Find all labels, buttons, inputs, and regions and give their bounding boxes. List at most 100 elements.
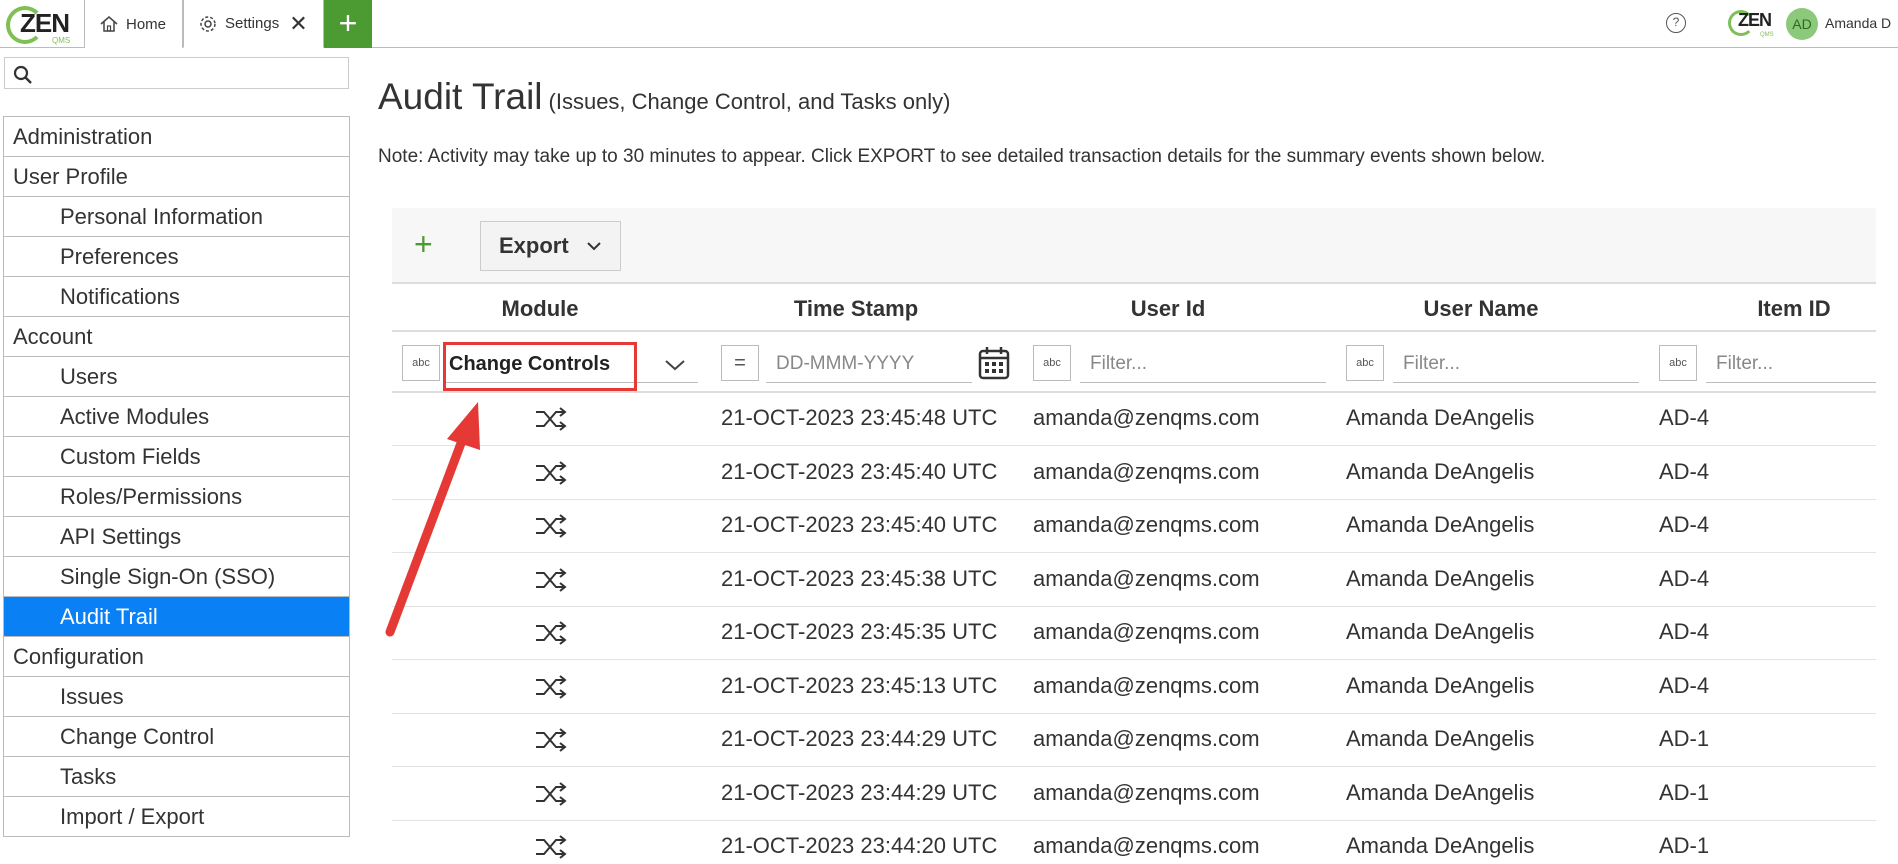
sidebar-item-import-export[interactable]: Import / Export <box>4 797 349 837</box>
change-control-module-icon <box>534 619 570 652</box>
table-row[interactable]: 21-OCT-2023 23:45:35 UTC amanda@zenqms.co… <box>392 607 1876 660</box>
itemid-filter-type-button[interactable]: abc <box>1659 345 1697 381</box>
help-icon[interactable]: ? <box>1666 13 1686 33</box>
sidebar-nav: Administration User Profile Personal Inf… <box>3 116 350 837</box>
sidebar-section-account[interactable]: Account <box>4 317 349 357</box>
sidebar-section-administration[interactable]: Administration <box>4 117 349 157</box>
cell-user-name: Amanda DeAngelis <box>1346 565 1535 591</box>
tab-settings[interactable]: Settings ✕ <box>183 0 324 48</box>
change-control-module-icon <box>534 780 570 813</box>
cell-user-id: amanda@zenqms.com <box>1033 565 1260 591</box>
shuffle-icon <box>536 567 567 592</box>
export-button[interactable]: Export <box>480 221 621 271</box>
tab-settings-label: Settings <box>225 15 280 32</box>
home-icon <box>100 16 118 32</box>
sidebar-item-sso[interactable]: Single Sign-On (SSO) <box>4 557 349 597</box>
zenqms-logo[interactable]: ZEN QMS <box>4 2 76 46</box>
sidebar-item-custom-fields[interactable]: Custom Fields <box>4 437 349 477</box>
cell-user-name: Amanda DeAngelis <box>1346 779 1535 805</box>
grid-toolbar: + Export <box>392 208 1876 284</box>
annotation-highlight-box <box>443 342 637 391</box>
column-header-user-name[interactable]: User Name <box>1381 296 1581 322</box>
change-control-module-icon <box>534 726 570 759</box>
table-row[interactable]: 21-OCT-2023 23:45:38 UTC amanda@zenqms.co… <box>392 554 1876 607</box>
cell-item-id: AD-4 <box>1659 672 1710 698</box>
userid-filter-type-button[interactable]: abc <box>1033 345 1071 381</box>
header-divider <box>392 330 1876 332</box>
avatar[interactable]: AD <box>1786 8 1818 40</box>
sidebar-item-users[interactable]: Users <box>4 357 349 397</box>
activity-note: Note: Activity may take up to 30 minutes… <box>378 146 1546 167</box>
shuffle-icon <box>536 407 567 431</box>
itemid-filter-input[interactable]: Filter... <box>1706 345 1876 383</box>
sidebar-item-issues[interactable]: Issues <box>4 677 349 717</box>
sidebar-section-configuration[interactable]: Configuration <box>4 637 349 677</box>
change-control-module-icon <box>534 459 570 492</box>
sidebar-item-tasks[interactable]: Tasks <box>4 757 349 797</box>
sidebar-item-personal-information[interactable]: Personal Information <box>4 197 349 237</box>
add-button[interactable]: + <box>414 228 433 260</box>
sidebar-item-active-modules[interactable]: Active Modules <box>4 397 349 437</box>
shuffle-icon <box>536 621 567 645</box>
page-title: Audit Trail (Issues, Change Control, and … <box>378 76 950 118</box>
timestamp-filter-input[interactable]: DD-MMM-YYYY <box>766 345 972 383</box>
change-control-module-icon <box>534 673 570 706</box>
column-header-module[interactable]: Module <box>440 296 640 322</box>
cell-user-name: Amanda DeAngelis <box>1346 512 1535 537</box>
tab-home-label: Home <box>126 15 167 33</box>
cell-user-id: amanda@zenqms.com <box>1033 779 1260 805</box>
sidebar-item-api-settings[interactable]: API Settings <box>4 517 349 557</box>
table-row[interactable]: 21-OCT-2023 23:44:20 UTC amanda@zenqms.co… <box>392 821 1876 864</box>
cell-item-id: AD-1 <box>1659 833 1710 858</box>
change-control-module-icon <box>534 512 570 545</box>
cell-user-name: Amanda DeAngelis <box>1346 619 1535 644</box>
sidebar-item-change-control[interactable]: Change Control <box>4 717 349 757</box>
username-filter-input[interactable]: Filter... <box>1393 345 1639 383</box>
cell-time-stamp: 21-OCT-2023 23:45:40 UTC <box>721 458 998 484</box>
change-control-module-icon <box>534 566 570 599</box>
cell-item-id: AD-1 <box>1659 726 1710 751</box>
calendar-icon[interactable] <box>977 345 1011 381</box>
user-name[interactable]: Amanda D <box>1825 15 1891 31</box>
cell-user-id: amanda@zenqms.com <box>1033 405 1260 430</box>
cell-item-id: AD-4 <box>1659 458 1710 484</box>
module-filter-type-button[interactable]: abc <box>402 345 440 381</box>
cell-time-stamp: 21-OCT-2023 23:45:38 UTC <box>721 565 998 591</box>
sidebar-item-preferences[interactable]: Preferences <box>4 237 349 277</box>
top-bar: ZEN QMS Home Settings ✕ + ? ZEN QMS AD A… <box>0 0 1898 48</box>
gear-icon <box>200 15 216 32</box>
table-row[interactable]: 21-OCT-2023 23:45:48 UTC amanda@zenqms.co… <box>392 393 1876 446</box>
column-header-item-id[interactable]: Item ID <box>1694 296 1894 322</box>
table-row[interactable]: 21-OCT-2023 23:45:13 UTC amanda@zenqms.co… <box>392 661 1876 714</box>
cell-user-id: amanda@zenqms.com <box>1033 672 1260 698</box>
column-header-time-stamp[interactable]: Time Stamp <box>756 296 956 322</box>
shuffle-icon <box>536 460 567 485</box>
shuffle-icon <box>536 835 567 859</box>
sidebar-section-user-profile[interactable]: User Profile <box>4 157 349 197</box>
table-row[interactable]: 21-OCT-2023 23:45:40 UTC amanda@zenqms.co… <box>392 500 1876 553</box>
add-tab-button[interactable]: + <box>324 0 372 48</box>
username-filter-type-button[interactable]: abc <box>1346 345 1384 381</box>
column-header-user-id[interactable]: User Id <box>1068 296 1268 322</box>
cell-user-id: amanda@zenqms.com <box>1033 458 1260 484</box>
table-row[interactable]: 21-OCT-2023 23:45:40 UTC amanda@zenqms.co… <box>392 447 1876 500</box>
tab-home[interactable]: Home <box>84 0 183 48</box>
sidebar-search[interactable] <box>4 57 349 89</box>
timestamp-filter-type-button[interactable]: = <box>721 345 759 381</box>
sidebar-item-notifications[interactable]: Notifications <box>4 277 349 317</box>
shuffle-icon <box>536 674 567 699</box>
cell-user-name: Amanda DeAngelis <box>1346 672 1535 698</box>
cell-user-id: amanda@zenqms.com <box>1033 833 1260 858</box>
table-row[interactable]: 21-OCT-2023 23:44:29 UTC amanda@zenqms.co… <box>392 768 1876 821</box>
export-label: Export <box>499 233 569 258</box>
cell-user-id: amanda@zenqms.com <box>1033 726 1260 751</box>
cell-time-stamp: 21-OCT-2023 23:44:29 UTC <box>721 726 998 751</box>
cell-user-id: amanda@zenqms.com <box>1033 512 1260 537</box>
sidebar-item-audit-trail[interactable]: Audit Trail <box>4 597 349 637</box>
sidebar-item-roles-permissions[interactable]: Roles/Permissions <box>4 477 349 517</box>
userid-filter-input[interactable]: Filter... <box>1080 345 1326 383</box>
cell-item-id: AD-1 <box>1659 779 1710 805</box>
table-row[interactable]: 21-OCT-2023 23:44:29 UTC amanda@zenqms.co… <box>392 714 1876 767</box>
cell-item-id: AD-4 <box>1659 405 1710 430</box>
close-tab-icon[interactable]: ✕ <box>289 12 307 35</box>
